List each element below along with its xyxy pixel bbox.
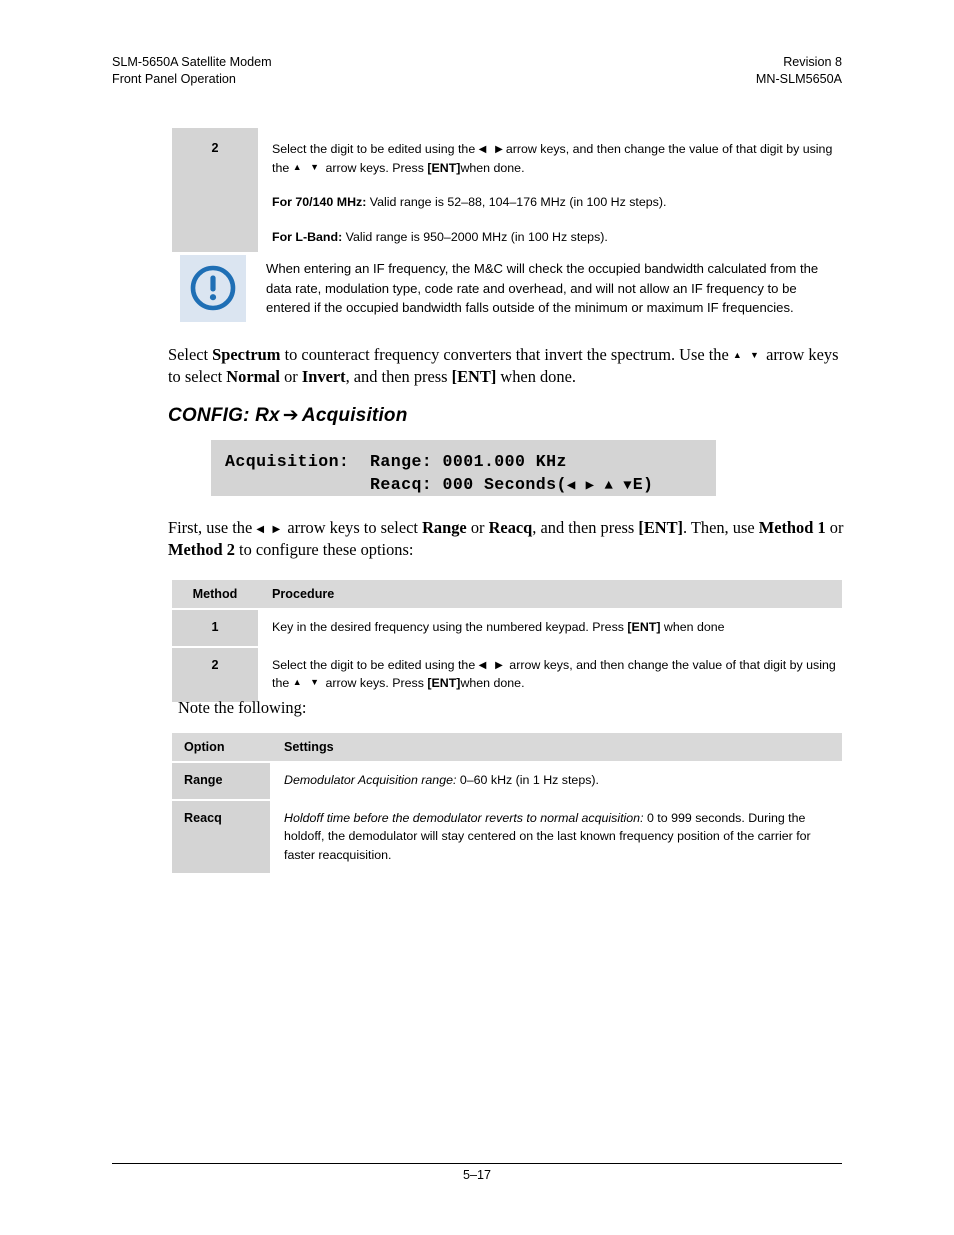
lcd-line-1: Acquisition: Range: 0001.000 KHz [225, 452, 567, 471]
method-procedure-1: Key in the desired frequency using the n… [258, 609, 842, 648]
first-bold-reacq: Reacq [488, 518, 533, 537]
table-row: Reacq Holdoff time before the demodulato… [172, 799, 842, 875]
range-lband-label: For L-Band: [272, 229, 343, 244]
option-settings-table: Option Settings Range Demodulator Acquis… [172, 733, 842, 875]
option-settings-reacq: Holdoff time before the demodulator reve… [270, 799, 842, 875]
footer-rule [112, 1163, 842, 1164]
header-right-line1: Revision 8 [783, 55, 842, 69]
lcd-line-2-prefix: Reacq: 000 Seconds( [225, 475, 567, 494]
up-down-arrow-icon: ▲ ▼ [732, 350, 762, 360]
header-left-line1: SLM-5650A Satellite Modem [112, 55, 272, 69]
footer-page-number: 5–17 [462, 1168, 492, 1182]
left-right-arrow-icon: ◀ ▶ [256, 524, 284, 535]
header-left-line2: Front Panel Operation [112, 72, 236, 86]
document-page: SLM-5650A Satellite Modem Revision 8 Fro… [0, 0, 954, 1235]
step-instruction-prefix: Select the digit to be edited using the [272, 142, 476, 156]
range-70-140-label: For 70/140 MHz: [272, 195, 367, 209]
left-right-arrow-icon: ◀ ▶ [478, 659, 506, 671]
spectrum-paragraph: Select Spectrum to counteract frequency … [168, 344, 844, 387]
spectrum-bold-spectrum: Spectrum [212, 345, 281, 364]
step-body-cell: Select the digit to be edited using the … [258, 128, 842, 252]
lcd-line-2: Reacq: 000 Seconds(◀ ▶ ▲ ▼E) [225, 473, 716, 498]
method-procedure-2: Select the digit to be edited using the … [258, 646, 842, 704]
method-procedure-table: Method Procedure 1 Key in the desired fr… [172, 580, 842, 704]
spectrum-part1: Select [168, 345, 209, 364]
settings-range-italic: Demodulator Acquisition range: [284, 773, 457, 787]
spectrum-bold-normal: Normal [226, 366, 280, 386]
lcd-line-2-suffix: E) [632, 475, 654, 494]
spectrum-part4: or [284, 366, 298, 386]
column-header-method: Method [172, 580, 258, 610]
column-header-procedure: Procedure [258, 580, 842, 610]
first-use-paragraph: First, use the ◀ ▶ arrow keys to select … [168, 517, 844, 560]
method-number-2: 2 [172, 646, 258, 704]
step-instruction-suffix-2: when done. [460, 160, 525, 175]
running-header: SLM-5650A Satellite Modem Revision 8 Fro… [112, 54, 842, 88]
option-settings-range: Demodulator Acquisition range: 0–60 kHz … [270, 762, 842, 801]
up-down-arrow-icon: ▲ ▼ [292, 161, 323, 172]
option-name-reacq: Reacq [172, 799, 270, 875]
first-part1: First, use the [168, 518, 253, 537]
right-arrow-icon: ➔ [282, 405, 299, 426]
column-header-settings: Settings [270, 733, 842, 763]
caution-note-block: When entering an IF frequency, the M&C w… [180, 255, 842, 322]
spectrum-bold-invert: Invert [301, 366, 346, 386]
left-right-arrow-icon: ◀ ▶ [478, 144, 506, 155]
column-header-option: Option [172, 733, 270, 763]
table-row: 2 Select the digit to be edited using th… [172, 128, 842, 252]
lcd-display: Acquisition: Range: 0001.000 KHz Reacq: … [211, 440, 716, 496]
first-bold-method1: Method 1 [758, 518, 826, 537]
spectrum-part2: to counteract frequency converters that … [284, 345, 729, 364]
ent-key-label: [ENT] [427, 676, 461, 690]
up-down-arrow-icon: ▲ ▼ [292, 677, 323, 687]
spectrum-part6: when done. [500, 366, 576, 386]
range-lband-text: Valid range is 950–2000 MHz (in 100 Hz s… [345, 229, 608, 244]
spectrum-bold-ent: [ENT] [451, 366, 497, 386]
option-name-range: Range [172, 762, 270, 801]
table-row: Range Demodulator Acquisition range: 0–6… [172, 762, 842, 801]
step-table: 2 Select the digit to be edited using th… [172, 128, 842, 252]
settings-reacq-italic: Holdoff time before the demodulator reve… [284, 810, 644, 825]
spectrum-part5: , and then press [345, 366, 448, 386]
ent-key-label: [ENT] [427, 160, 461, 175]
method-number-1: 1 [172, 609, 258, 648]
caution-note-text: When entering an IF frequency, the M&C w… [266, 261, 819, 315]
first-part7: to configure these options: [239, 539, 414, 559]
first-bold-method2: Method 2 [168, 539, 235, 559]
section-heading: CONFIG: Rx ➔ Acquisition [168, 404, 408, 427]
lcd-arrow-icons: ◀ ▶ ▲ ▼ [566, 478, 633, 494]
procedure-2-part3: arrow keys. Press [325, 676, 424, 690]
section-heading-suffix: Acquisition [301, 405, 408, 426]
range-70-140-text: Valid range is 52–88, 104–176 MHz (in 10… [369, 195, 667, 209]
ent-key-label: [ENT] [627, 620, 661, 634]
step-instruction-suffix-1: arrow keys. Press [325, 160, 424, 175]
step-number-cell: 2 [172, 128, 258, 252]
procedure-1-part1: Key in the desired frequency using the n… [272, 620, 624, 634]
table-header-row: Option Settings [172, 733, 842, 763]
range-70-140-line: For 70/140 MHz: Valid range is 52–88, 10… [272, 193, 842, 212]
first-part4: , and then press [532, 518, 635, 537]
table-row: 2 Select the digit to be edited using th… [172, 646, 842, 704]
range-lband-line: For L-Band: Valid range is 950–2000 MHz … [272, 228, 842, 247]
first-part5: . Then, use [682, 518, 755, 537]
settings-range-text: 0–60 kHz (in 1 Hz steps). [459, 773, 599, 787]
first-part3: or [470, 518, 485, 537]
exclamation-circle-icon [180, 255, 246, 322]
procedure-2-part4: when done. [460, 676, 525, 690]
section-heading-prefix: CONFIG: Rx [168, 405, 280, 426]
table-header-row: Method Procedure [172, 580, 842, 610]
procedure-1-part2: when done [663, 620, 725, 634]
procedure-2-part1: Select the digit to be edited using the [272, 657, 476, 672]
header-right-line2: MN-SLM5650A [755, 72, 842, 86]
note-following-text: Note the following: [178, 698, 307, 717]
first-bold-range: Range [422, 518, 467, 537]
table-row: 1 Key in the desired frequency using the… [172, 609, 842, 648]
exclamation-circle-glyph [190, 265, 236, 311]
first-bold-ent: [ENT] [638, 518, 683, 537]
step-instruction: Select the digit to be edited using the … [272, 140, 842, 177]
first-part6: or [829, 518, 844, 537]
first-part2: arrow keys to select [287, 518, 418, 537]
